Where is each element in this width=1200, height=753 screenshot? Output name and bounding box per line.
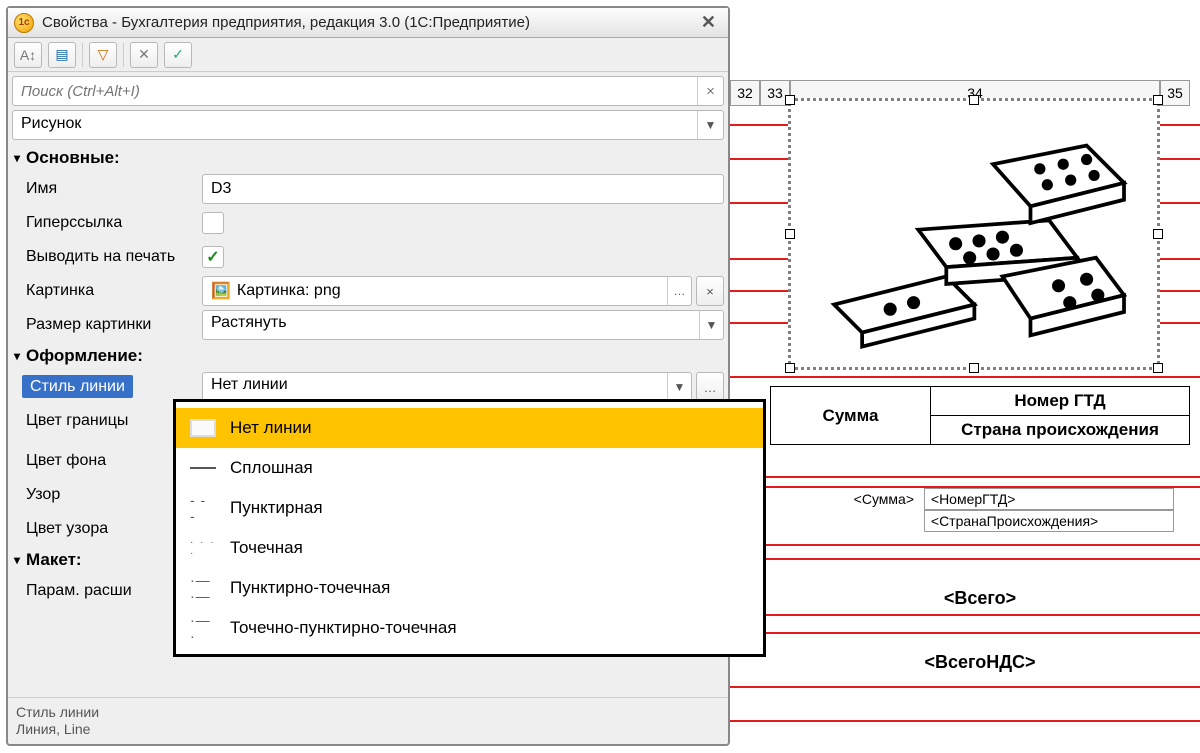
delete-button[interactable]: ✕	[130, 42, 158, 68]
status-line-2: Линия, Line	[16, 721, 720, 738]
line-style-dropdown[interactable]: Нет линии ▼	[202, 372, 692, 402]
hyperlink-label: Гиперссылка	[12, 214, 202, 232]
cell-gtd-ref[interactable]: <НомерГТД>	[924, 488, 1174, 510]
section-main[interactable]: ▾ Основные:	[8, 144, 728, 172]
picture-browse-button[interactable]: …	[667, 277, 691, 305]
chevron-down-icon[interactable]: ▼	[699, 311, 723, 339]
solid-line-icon	[190, 467, 216, 469]
line-option-label: Точечно-пунктирно-точечная	[230, 618, 457, 638]
line-option-solid[interactable]: Сплошная	[176, 448, 763, 488]
dotted-line-icon: · · · ·	[190, 539, 216, 557]
line-option-label: Точечная	[230, 538, 303, 558]
line-option-none[interactable]: Нет линии	[176, 408, 763, 448]
line-style-value: Нет линии	[203, 373, 667, 401]
size-value: Растянуть	[203, 311, 699, 339]
prop-picture: Картинка 🖼️ Картинка: png … ×	[8, 274, 728, 308]
header-table: Сумма Номер ГТД Страна происхождения	[770, 386, 1190, 445]
size-dropdown[interactable]: Растянуть ▼	[202, 310, 724, 340]
cell-country-header[interactable]: Страна происхождения	[931, 416, 1190, 445]
size-label: Размер картинки	[12, 316, 202, 334]
resize-handle[interactable]	[969, 95, 979, 105]
line-style-more-button[interactable]: …	[696, 372, 724, 402]
line-option-label: Нет линии	[230, 418, 311, 438]
picture-clear-button[interactable]: ×	[696, 276, 724, 306]
data-row: <Сумма> <НомерГТД> <СтранаПроисхождения>	[770, 488, 1190, 532]
separator	[82, 43, 83, 67]
embedded-picture[interactable]	[788, 98, 1160, 370]
section-format-label: Оформление:	[26, 346, 143, 366]
resize-handle[interactable]	[1153, 363, 1163, 373]
section-main-label: Основные:	[26, 148, 120, 168]
no-line-icon	[190, 419, 216, 437]
search-input[interactable]	[13, 77, 697, 105]
chevron-down-icon[interactable]: ▼	[667, 373, 691, 401]
cell-country-ref[interactable]: <СтранаПроисхождения>	[924, 510, 1174, 532]
toolbar: A↕ ▤ ▽ ✕ ✓	[8, 38, 728, 72]
app-logo: 1c	[14, 13, 34, 33]
collapse-icon[interactable]: ▾	[14, 553, 20, 567]
line-option-label: Сплошная	[230, 458, 313, 478]
line-option-dotted[interactable]: · · · · Точечная	[176, 528, 763, 568]
collapse-icon[interactable]: ▾	[14, 151, 20, 165]
cell-total[interactable]: <Всего>	[770, 588, 1190, 609]
dashed-line-icon: - - -	[190, 499, 216, 517]
line-option-dashdot[interactable]: ·— ·— Пунктирно-точечная	[176, 568, 763, 608]
hyperlink-checkbox[interactable]	[202, 212, 224, 234]
cell-sum-header[interactable]: Сумма	[771, 387, 931, 445]
picture-label: Картинка	[12, 282, 202, 300]
prop-hyperlink: Гиперссылка	[8, 206, 728, 240]
print-checkbox[interactable]: ✓	[202, 246, 224, 268]
picture-value: Картинка: png	[237, 282, 341, 300]
name-label: Имя	[12, 180, 202, 198]
status-line-1: Стиль линии	[16, 704, 720, 721]
sort-az-button[interactable]: A↕	[14, 42, 42, 68]
col-header-35[interactable]: 35	[1160, 80, 1190, 106]
domino-image	[806, 112, 1143, 357]
resize-handle[interactable]	[785, 95, 795, 105]
separator	[123, 43, 124, 67]
line-style-label: Стиль линии	[22, 375, 133, 398]
picture-thumb-icon: 🖼️	[211, 281, 231, 301]
resize-handle[interactable]	[1153, 95, 1163, 105]
collapse-icon[interactable]: ▾	[14, 349, 20, 363]
resize-handle[interactable]	[785, 229, 795, 239]
picture-selector[interactable]: 🖼️ Картинка: png …	[202, 276, 692, 306]
section-layout-label: Макет:	[26, 550, 82, 570]
resize-handle[interactable]	[969, 363, 979, 373]
object-type-dropdown[interactable]: Рисунок ▼	[12, 110, 724, 140]
print-label: Выводить на печать	[12, 248, 202, 266]
line-style-popup: Нет линии Сплошная - - - Пунктирная · · …	[173, 399, 766, 657]
spreadsheet: 32 33 34 35	[730, 0, 1200, 753]
name-input[interactable]	[202, 174, 724, 204]
line-option-dashed[interactable]: - - - Пунктирная	[176, 488, 763, 528]
resize-handle[interactable]	[1153, 229, 1163, 239]
confirm-button[interactable]: ✓	[164, 42, 192, 68]
bg-color-label: Цвет фона	[26, 452, 106, 470]
clear-search-icon[interactable]: ×	[697, 77, 723, 105]
cell-gtd-header[interactable]: Номер ГТД	[931, 387, 1190, 416]
line-option-label: Пунктирно-точечная	[230, 578, 390, 598]
line-option-label: Пунктирная	[230, 498, 323, 518]
section-format[interactable]: ▾ Оформление:	[8, 342, 728, 370]
filter-button[interactable]: ▽	[89, 42, 117, 68]
prop-name: Имя	[8, 172, 728, 206]
search-field[interactable]: ×	[12, 76, 724, 106]
categorize-button[interactable]: ▤	[48, 42, 76, 68]
cell-sum-ref[interactable]: <Сумма>	[770, 491, 920, 507]
chevron-down-icon[interactable]: ▼	[697, 111, 723, 139]
col-header-32[interactable]: 32	[730, 80, 760, 106]
cell-vat[interactable]: <ВсегоНДС>	[770, 652, 1190, 673]
dashdot-line-icon: ·— ·—	[190, 579, 216, 597]
prop-print: Выводить на печать ✓	[8, 240, 728, 274]
dotdashdot-line-icon: ·—·	[190, 619, 216, 637]
status-bar: Стиль линии Линия, Line	[8, 697, 728, 744]
prop-size: Размер картинки Растянуть ▼	[8, 308, 728, 342]
close-icon[interactable]: ✕	[695, 12, 722, 33]
window-title: Свойства - Бухгалтерия предприятия, реда…	[42, 14, 695, 31]
object-type-value: Рисунок	[13, 111, 697, 139]
line-option-dotdashdot[interactable]: ·—· Точечно-пунктирно-точечная	[176, 608, 763, 648]
titlebar: 1c Свойства - Бухгалтерия предприятия, р…	[8, 8, 728, 38]
resize-handle[interactable]	[785, 363, 795, 373]
